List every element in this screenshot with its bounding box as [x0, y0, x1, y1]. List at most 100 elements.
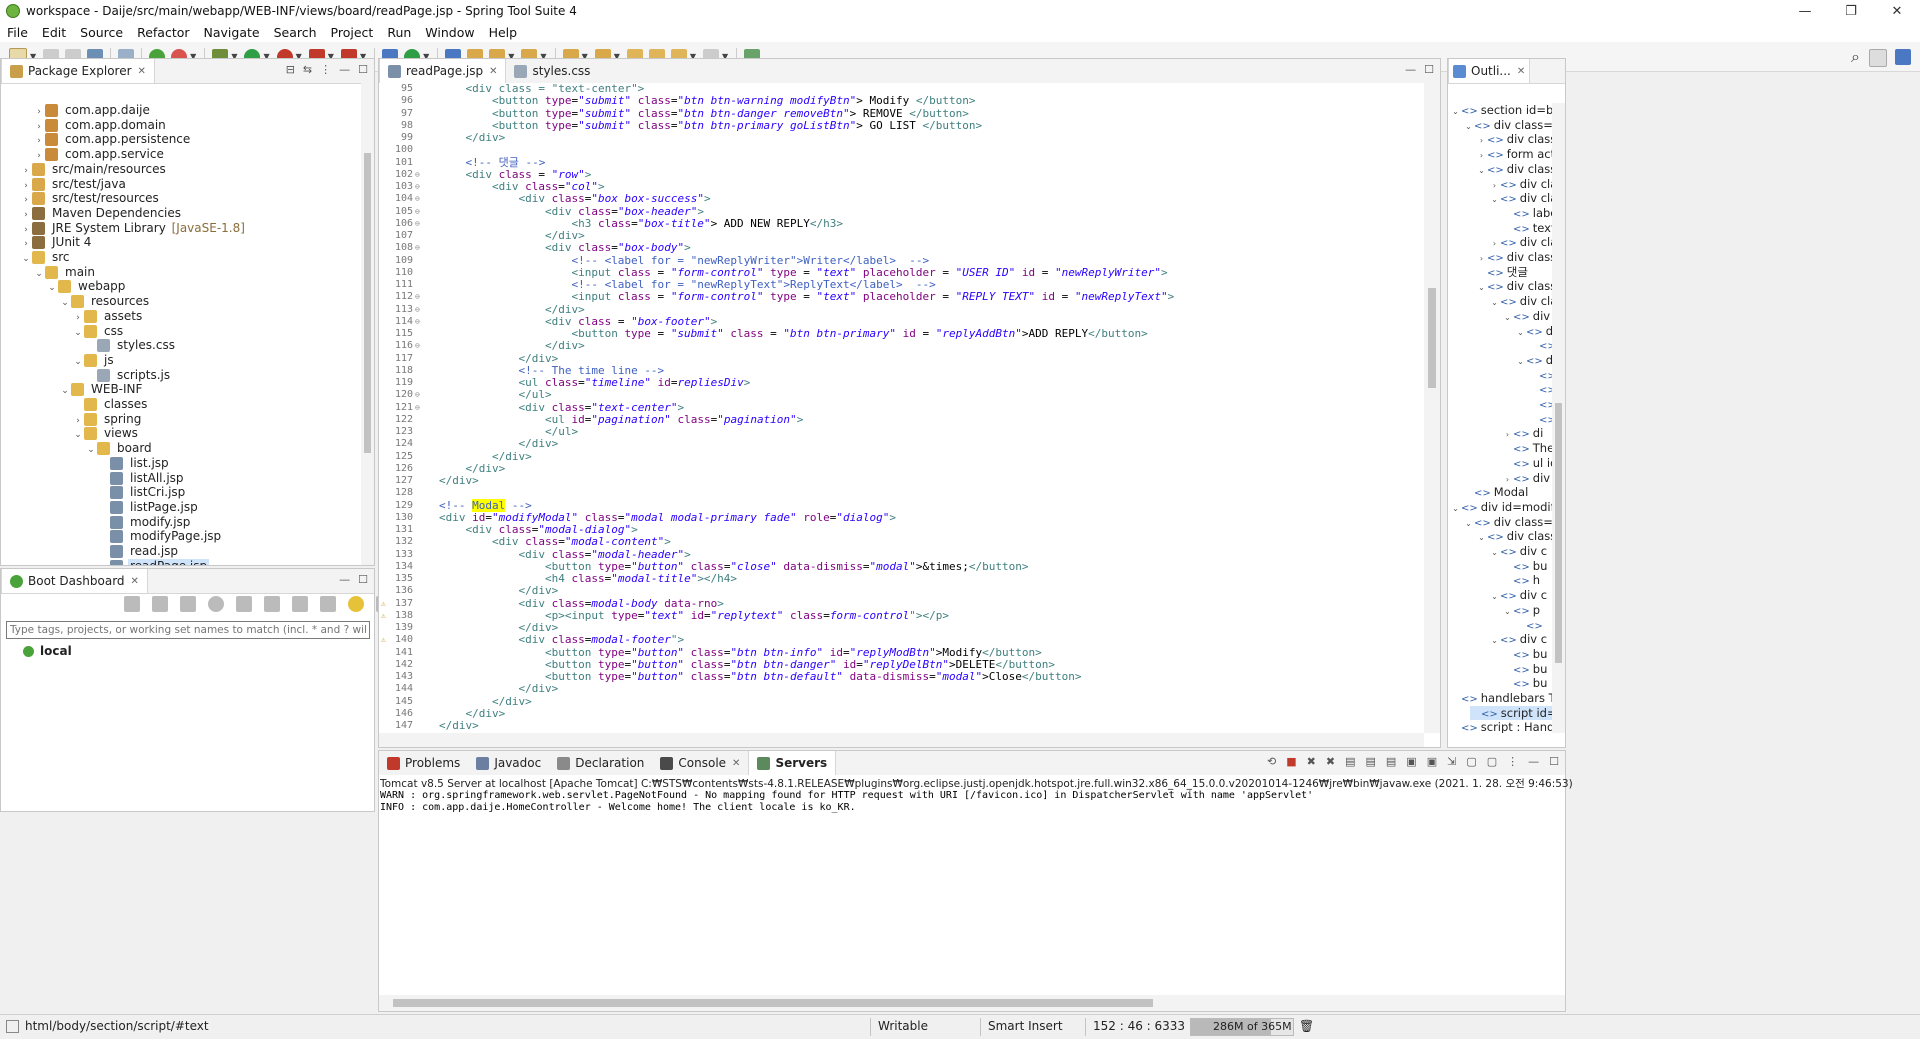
tab-readpage-jsp[interactable]: readPage.jsp ✕ [379, 59, 507, 83]
outline-item[interactable]: ⌄<>div class [1489, 191, 1552, 206]
heap-status[interactable]: 286M of 365M [1190, 1018, 1294, 1036]
fold-toggle-icon[interactable]: ⊖ [415, 341, 420, 350]
console-icon[interactable] [236, 596, 252, 612]
menu-help[interactable]: Help [482, 25, 525, 40]
scrollbar-thumb[interactable] [1428, 288, 1436, 388]
outline-item[interactable]: ⌄<>div class=r [1476, 279, 1552, 294]
tree-item[interactable]: › com.app.persistence [33, 132, 192, 147]
menu-window[interactable]: Window [418, 25, 481, 40]
refresh-icon[interactable] [208, 596, 224, 612]
expand-toggle-icon[interactable]: ⌄ [1515, 326, 1526, 341]
close-button[interactable]: ✕ [1874, 0, 1920, 22]
package-explorer-scrollbar[interactable] [361, 83, 374, 565]
tree-item[interactable]: list.jsp [98, 456, 171, 471]
maximize-icon[interactable]: ☐ [1549, 755, 1559, 768]
clear-console-icon[interactable]: ⟲ [1267, 755, 1276, 768]
fold-toggle-icon[interactable]: ⊖ [415, 207, 420, 216]
tree-item[interactable]: styles.css [85, 338, 177, 353]
expand-toggle-icon[interactable]: ⌄ [1502, 605, 1513, 620]
menu-navigate[interactable]: Navigate [197, 25, 267, 40]
minimize-icon[interactable]: — [1528, 755, 1539, 768]
outline-item[interactable]: ⌄<>section id=board [1450, 103, 1552, 118]
expand-toggle-icon[interactable]: ⌄ [59, 384, 71, 399]
expand-toggle-icon[interactable]: ⌄ [1502, 311, 1513, 326]
tree-item[interactable]: listCri.jsp [98, 485, 187, 500]
outline-item[interactable]: ⌄<>div class=cont [1463, 118, 1552, 133]
outline-item[interactable]: ›<>div class [1489, 177, 1552, 192]
collapse-all-icon[interactable]: ⊟ [286, 63, 295, 76]
tree-item[interactable]: › com.app.daije [33, 103, 152, 118]
editor-vertical-scrollbar[interactable] [1424, 83, 1440, 733]
outline-item[interactable]: ⌄<>div class=c [1476, 162, 1552, 177]
expand-toggle-icon[interactable]: ⌄ [1463, 517, 1474, 532]
outline-item[interactable]: ›<>div class=t [1476, 132, 1552, 147]
boot-dashboard-filter-input[interactable] [6, 621, 370, 639]
expand-toggle-icon[interactable]: ⌄ [46, 281, 58, 296]
tree-item[interactable]: › com.app.service [33, 147, 166, 162]
show-stderr-icon[interactable]: ▣ [1427, 755, 1437, 768]
expand-toggle-icon[interactable]: ⌄ [1476, 531, 1487, 546]
fold-toggle-icon[interactable]: ⊖ [415, 305, 420, 314]
expand-toggle-icon[interactable]: ⌄ [1476, 164, 1487, 179]
outline-item[interactable]: ⌄<>div class=n [1463, 515, 1552, 530]
tab-problems[interactable]: Problems [379, 751, 468, 775]
tree-item[interactable]: ⌄ WEB-INF [59, 382, 144, 397]
outline-item[interactable]: ›<>div c [1502, 471, 1552, 486]
menu-file[interactable]: File [0, 25, 35, 40]
tab-styles-css[interactable]: styles.css [506, 59, 598, 83]
expand-toggle-icon[interactable]: ⌄ [1450, 502, 1461, 517]
outline-item[interactable]: ⌄<>div c [1489, 632, 1547, 647]
tree-item[interactable]: › JRE System Library [JavaSE-1.8] [20, 221, 245, 236]
outline-item[interactable]: › <> di [1502, 426, 1543, 441]
tree-item[interactable]: modify.jsp [98, 515, 192, 530]
expand-toggle-icon[interactable]: ⌄ [1476, 281, 1487, 296]
expand-toggle-icon[interactable]: ⌄ [1450, 105, 1461, 120]
maximize-icon[interactable]: ☐ [358, 63, 368, 76]
menu-search[interactable]: Search [267, 25, 324, 40]
expand-toggle-icon[interactable]: ⌄ [20, 252, 32, 267]
expand-toggle-icon[interactable]: ⌄ [72, 428, 84, 443]
open-perspective-icon[interactable] [1869, 49, 1887, 67]
close-icon[interactable]: ✕ [138, 66, 146, 77]
outline-item[interactable]: <>handlebars Te [1450, 691, 1552, 706]
outline-item[interactable]: <>label [1502, 206, 1552, 221]
outline-item[interactable]: <> bu [1502, 676, 1547, 691]
fold-toggle-icon[interactable]: ⊖ [415, 182, 420, 191]
editor-horizontal-scrollbar[interactable] [379, 733, 1424, 747]
tree-item[interactable]: listAll.jsp [98, 471, 186, 486]
tree-item[interactable]: ⌄ js [72, 353, 116, 368]
restore-button[interactable]: ❐ [1828, 0, 1874, 22]
pin-console-icon[interactable]: ⇲ [1447, 755, 1456, 768]
tab-outline[interactable]: Outli... ✕ [1448, 59, 1531, 83]
lightbulb-icon[interactable] [348, 596, 364, 612]
outline-item[interactable]: ⌄<>div c [1502, 309, 1552, 324]
outline-item[interactable]: ⌄<>di [1515, 353, 1552, 368]
outline-item[interactable]: <> 댓글 [1476, 265, 1528, 280]
outline-item[interactable]: <> [1528, 397, 1552, 412]
tree-item[interactable]: › assets [72, 309, 144, 324]
fold-toggle-icon[interactable]: ⊖ [415, 390, 420, 399]
properties-icon[interactable] [264, 596, 280, 612]
minimize-button[interactable]: — [1782, 0, 1828, 22]
tab-boot-dashboard[interactable]: Boot Dashboard ✕ [1, 569, 148, 593]
java-perspective-icon[interactable] [1895, 49, 1911, 65]
minimize-icon[interactable]: — [339, 63, 350, 76]
outline-item[interactable]: <> h [1502, 573, 1540, 588]
outline-item[interactable]: ›<>form action [1476, 147, 1552, 162]
minimize-icon[interactable]: — [1405, 63, 1416, 76]
expand-toggle-icon[interactable]: ⌄ [1489, 296, 1500, 311]
stop-icon[interactable] [180, 596, 196, 612]
expand-toggle-icon[interactable]: ⌄ [1463, 120, 1474, 135]
tree-item[interactable]: modifyPage.jsp [98, 529, 223, 544]
outline-item[interactable]: ⌄<>div c [1489, 544, 1547, 559]
outline-item[interactable]: <> [1528, 338, 1552, 353]
expand-toggle-icon[interactable]: ⌄ [1515, 355, 1526, 370]
tree-item[interactable]: › src/test/resources [20, 191, 161, 206]
outline-item[interactable]: <> bu [1502, 559, 1547, 574]
console-output[interactable]: Tomcat v8.5 Server at localhost [Apache … [379, 775, 1573, 995]
outline-item[interactable]: <>The t [1502, 441, 1552, 456]
outline-item[interactable]: <>ul id= [1502, 456, 1552, 471]
menu-refactor[interactable]: Refactor [130, 25, 196, 40]
tree-item[interactable]: ⌄ src [20, 250, 72, 265]
tree-item[interactable]: ⌄ webapp [46, 279, 127, 294]
